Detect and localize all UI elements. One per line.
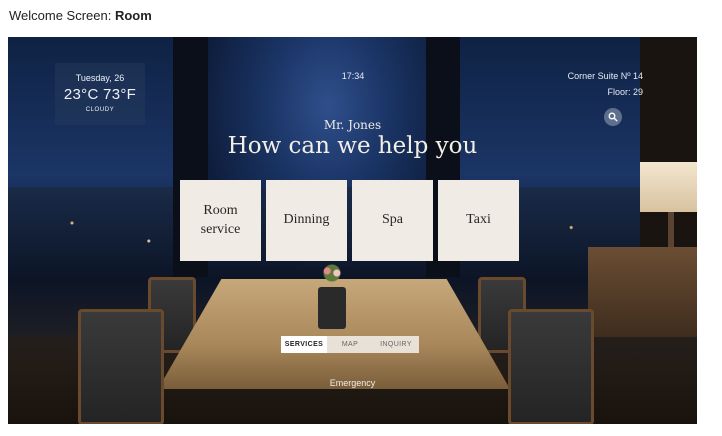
vase xyxy=(318,287,346,329)
weather-widget: Tuesday, 26 23°C 73°F CLOUDY xyxy=(55,63,145,125)
weather-condition: CLOUDY xyxy=(85,107,115,113)
clock: 17:34 xyxy=(341,71,365,81)
screen-caption: Welcome Screen: Room xyxy=(9,8,152,23)
page-title: How can we help you xyxy=(227,133,478,159)
caption-title: Room xyxy=(114,8,152,23)
service-card-spa[interactable]: Spa xyxy=(352,180,433,261)
card-label: Taxi xyxy=(466,212,491,228)
card-label: Dinning xyxy=(283,212,330,228)
card-label-line1: Room xyxy=(203,203,238,219)
chair xyxy=(78,309,164,424)
tab-map[interactable]: MAP xyxy=(327,336,373,353)
service-cards: Room service Dinning Spa Taxi xyxy=(180,180,519,261)
lamp-shade xyxy=(640,162,697,212)
chair xyxy=(508,309,594,424)
card-label: Spa xyxy=(382,212,403,228)
weather-day: Tuesday, 26 xyxy=(75,73,125,83)
room-floor: Floor: 29 xyxy=(607,87,643,97)
weather-temperature: 23°C 73°F xyxy=(63,86,137,103)
hotel-welcome-screen: Tuesday, 26 23°C 73°F CLOUDY 17:34 Corne… xyxy=(8,37,697,424)
sideboard xyxy=(588,247,697,337)
card-label: Room service xyxy=(201,202,241,238)
service-card-taxi[interactable]: Taxi xyxy=(438,180,519,261)
service-card-room-service[interactable]: Room service xyxy=(180,180,261,261)
tab-services[interactable]: SERVICES xyxy=(281,336,327,353)
bottom-tab-bar: SERVICES MAP INQUIRY xyxy=(281,336,419,353)
room-suite: Corner Suite Nº 14 xyxy=(567,71,643,81)
card-label-line2: service xyxy=(200,221,241,237)
caption-prefix: Welcome Screen: xyxy=(9,8,115,23)
flowers xyxy=(320,263,344,283)
tab-inquiry[interactable]: INQUIRY xyxy=(373,336,419,353)
emergency-link[interactable]: Emergency xyxy=(8,378,697,388)
guest-name: Mr. Jones xyxy=(323,118,382,132)
service-card-dinning[interactable]: Dinning xyxy=(266,180,347,261)
